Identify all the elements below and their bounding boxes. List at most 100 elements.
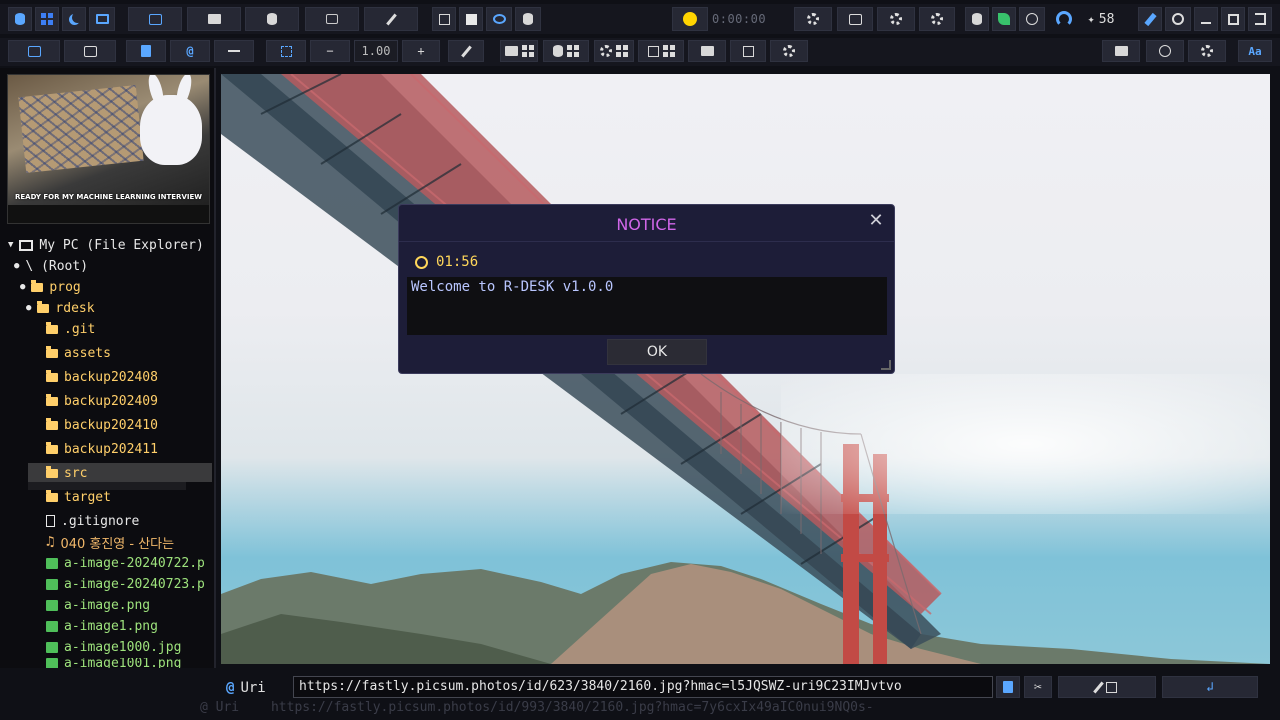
tree-item[interactable]: a-image-20240722.p	[46, 553, 205, 573]
browser-settings-button[interactable]	[1188, 40, 1226, 62]
recycle-button[interactable]	[543, 40, 589, 62]
tree-item-selected[interactable]: ● rdesk	[26, 298, 95, 318]
at-button[interactable]: @	[170, 40, 210, 62]
youtube-button[interactable]	[1102, 40, 1140, 62]
tree-item[interactable]: assets	[46, 343, 111, 363]
calculator-button[interactable]	[730, 40, 766, 62]
bullet-icon: ●	[26, 303, 32, 313]
crown-icon	[15, 13, 25, 25]
glasses-button[interactable]	[486, 7, 512, 31]
tree-root-my-pc[interactable]: ▼ My PC (File Explorer)	[8, 235, 204, 255]
gear-icon	[807, 13, 819, 25]
images-refresh-icon	[27, 45, 41, 57]
minimize-button[interactable]	[1194, 7, 1218, 31]
tree-item[interactable]: a-image.png	[46, 595, 150, 615]
folder-icon	[37, 300, 50, 313]
zoom-in-button[interactable]: +	[402, 40, 440, 62]
enter-button[interactable]: ↲	[1162, 676, 1258, 698]
maximize-button[interactable]	[1221, 7, 1245, 31]
telescope-button[interactable]	[448, 40, 484, 62]
exit-button[interactable]	[1248, 7, 1272, 31]
fullscreen-icon	[280, 45, 292, 57]
settings-button[interactable]	[794, 7, 832, 31]
tree-item[interactable]: a-image1.png	[46, 616, 158, 636]
ok-button[interactable]: OK	[607, 339, 707, 365]
uri-label: @ Uri	[226, 680, 266, 696]
github-button[interactable]	[1146, 40, 1184, 62]
tree-item[interactable]: src	[46, 463, 87, 483]
image-file-icon	[46, 557, 58, 569]
tree-item[interactable]: target	[46, 487, 111, 507]
ghost-uri-reflection: @ Uri https://fastly.picsum.photos/id/99…	[200, 700, 874, 715]
tree-item[interactable]: .git	[46, 319, 95, 339]
tree-item[interactable]: backup202411	[46, 439, 158, 459]
folder-icon	[46, 393, 58, 406]
tree-item[interactable]: a-image1000.jpg	[46, 637, 181, 657]
castle-button[interactable]	[996, 676, 1020, 698]
image-db-button[interactable]	[64, 40, 116, 62]
tree-item[interactable]: ● \ (Root)	[14, 256, 88, 276]
run-settings-button[interactable]	[877, 7, 915, 31]
link-button[interactable]	[1138, 7, 1162, 31]
keyboard-button[interactable]	[214, 40, 254, 62]
stamp-button[interactable]	[515, 7, 541, 31]
image-settings-button[interactable]	[837, 7, 873, 31]
preview-thumbnail[interactable]: READY FOR MY MACHINE LEARNING INTERVIEW	[7, 74, 210, 224]
session-timer: 0:00:00	[712, 12, 767, 26]
tree-item[interactable]: a-image1001.png	[46, 658, 181, 668]
folder-icon	[46, 417, 58, 430]
edit-note-button[interactable]	[1058, 676, 1156, 698]
run-button[interactable]	[770, 40, 808, 62]
tree-item[interactable]: backup202408	[46, 367, 158, 387]
zoom-out-button[interactable]: −	[310, 40, 350, 62]
printer-icon	[207, 14, 221, 24]
tree-item[interactable]: a-image-20240723.p	[46, 574, 205, 594]
telescope-icon	[460, 45, 472, 57]
open-images-button[interactable]	[8, 40, 60, 62]
printer-button-2[interactable]	[688, 40, 726, 62]
explorer-button[interactable]	[500, 40, 538, 62]
leaf-button[interactable]	[992, 7, 1016, 31]
maximize-icon	[1227, 13, 1239, 25]
database-button[interactable]	[245, 7, 299, 31]
tree-item[interactable]: backup202410	[46, 415, 158, 435]
block-button[interactable]	[1165, 7, 1191, 31]
scissors-button[interactable]: ✂	[1024, 676, 1052, 698]
clipboard-button[interactable]	[965, 7, 989, 31]
database-icon	[267, 13, 277, 25]
tree-item[interactable]: .gitignore	[46, 511, 139, 531]
theme-button[interactable]	[62, 7, 86, 31]
shield-button[interactable]	[672, 7, 708, 31]
edge-settings-button[interactable]	[919, 7, 955, 31]
close-icon[interactable]: ✕	[868, 212, 884, 230]
pen-button[interactable]	[364, 7, 418, 31]
font-button[interactable]: Aa	[1238, 40, 1272, 62]
block-icon	[1172, 13, 1184, 25]
window-manager-button[interactable]	[638, 40, 684, 62]
tree-item[interactable]: ● prog	[20, 277, 81, 297]
at-icon: @	[226, 680, 235, 696]
monitor-button[interactable]	[89, 7, 115, 31]
image-file-icon	[46, 578, 58, 590]
windows-icon	[567, 45, 579, 57]
tree-item[interactable]: ♫ 040 홍진영 - 산다는	[46, 532, 174, 552]
uri-input[interactable]: https://fastly.picsum.photos/id/623/3840…	[293, 676, 993, 698]
crown-button[interactable]	[8, 7, 32, 31]
dialog-divider	[399, 241, 894, 242]
win-settings-button[interactable]	[594, 40, 634, 62]
play-gear-icon	[783, 45, 795, 57]
globe-button[interactable]	[1019, 7, 1045, 31]
file-button[interactable]	[126, 40, 166, 62]
clock-time: 01:56	[436, 254, 479, 270]
image-button[interactable]	[128, 7, 182, 31]
zoom-level[interactable]: 1.00	[354, 40, 398, 62]
minimize-icon	[1201, 22, 1211, 24]
chat-button[interactable]	[305, 7, 359, 31]
square-outline-button[interactable]	[432, 7, 456, 31]
windows-button[interactable]	[35, 7, 59, 31]
resize-grip-icon[interactable]	[881, 360, 891, 370]
fullscreen-button[interactable]	[266, 40, 306, 62]
tree-item[interactable]: backup202409	[46, 391, 158, 411]
printer-button[interactable]	[187, 7, 241, 31]
square-filled-button[interactable]	[459, 7, 483, 31]
